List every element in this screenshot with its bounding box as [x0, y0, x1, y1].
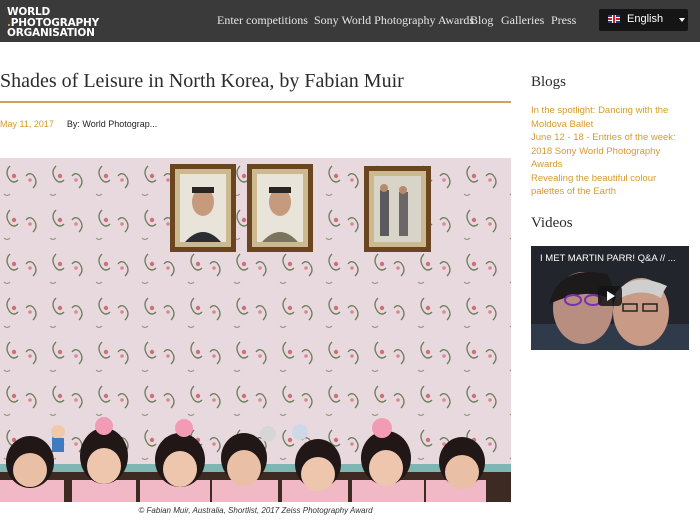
blogs-heading: Blogs — [531, 74, 567, 90]
videos-heading: Videos — [531, 215, 573, 231]
top-navigation-bar: WORLD .PHOTOGRAPHY ORGANISATION Enter co… — [0, 0, 700, 42]
photo-caption: © Fabian Muir, Australia, Shortlist, 201… — [138, 506, 373, 515]
nav-press[interactable]: Press — [551, 13, 576, 28]
blog-link[interactable]: Revealing the beautiful colour palettes … — [531, 172, 681, 199]
site-logo[interactable]: WORLD .PHOTOGRAPHY ORGANISATION — [7, 7, 99, 39]
nav-enter-competitions[interactable]: Enter competitions — [217, 13, 308, 28]
nav-sony-world-photography-awards[interactable]: Sony World Photography Awards — [314, 13, 474, 28]
blog-link[interactable]: In the spotlight: Dancing with the Moldo… — [531, 104, 681, 131]
title-divider — [0, 101, 511, 103]
play-icon[interactable] — [598, 286, 622, 306]
language-selector[interactable]: English — [599, 9, 688, 31]
logo-line-3: ORGANISATION — [7, 27, 95, 39]
article-title: Shades of Leisure in North Korea, by Fab… — [0, 70, 404, 92]
chevron-down-icon — [679, 18, 685, 22]
video-title: I MET MARTIN PARR! Q&A // ... — [540, 253, 676, 264]
article-author[interactable]: By: World Photograp... — [67, 119, 157, 129]
nav-blog[interactable]: Blog — [470, 13, 493, 28]
blog-link[interactable]: June 12 - 18 - Entries of the week: 2018… — [531, 131, 681, 172]
blog-list: In the spotlight: Dancing with the Moldo… — [531, 104, 681, 199]
article-date: May 11, 2017 — [0, 119, 54, 129]
language-label: English — [627, 13, 664, 25]
nav-galleries[interactable]: Galleries — [501, 13, 544, 28]
uk-flag-icon — [608, 15, 620, 23]
article-meta: May 11, 2017 By: World Photograp... — [0, 119, 157, 129]
article-photo — [0, 158, 511, 502]
